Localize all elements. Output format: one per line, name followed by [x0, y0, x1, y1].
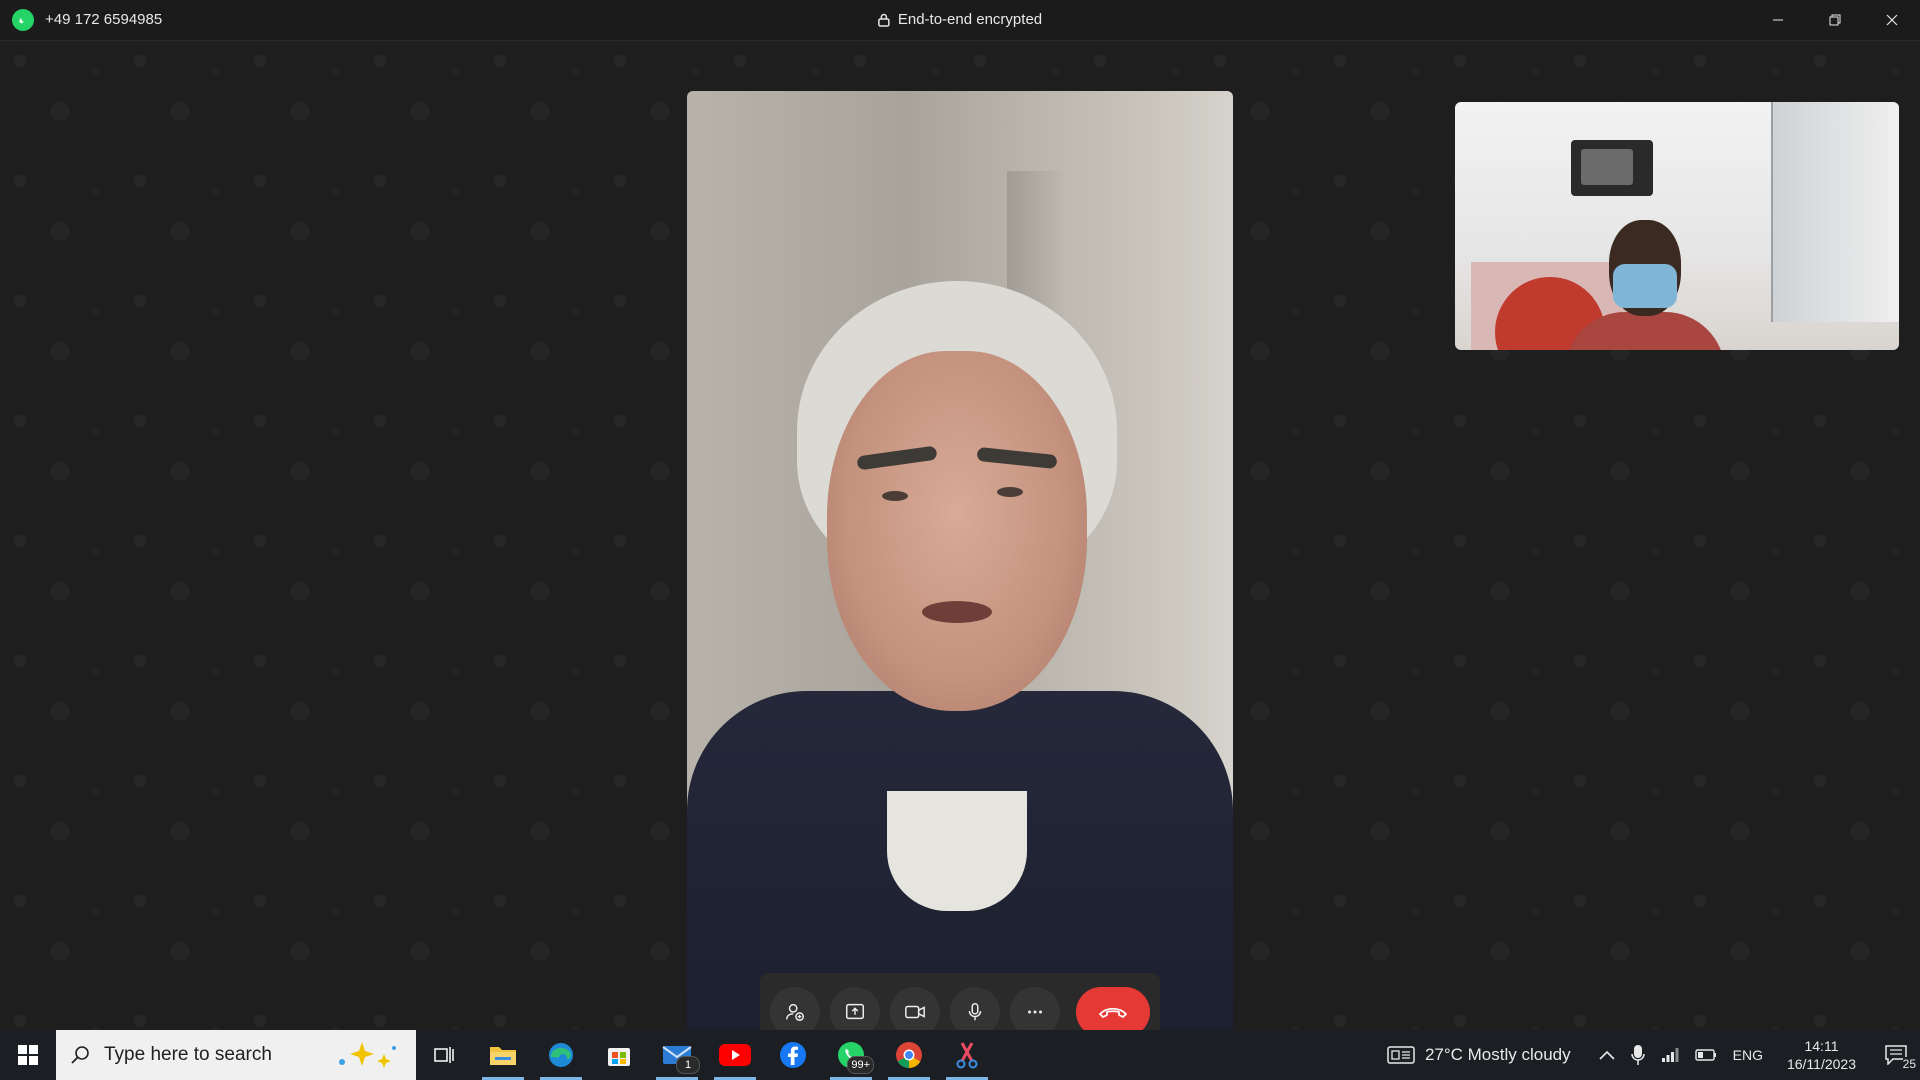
taskbar-facebook[interactable] [764, 1030, 822, 1080]
taskbar-whatsapp[interactable]: 99+ [822, 1030, 880, 1080]
title-bar: +49 172 6594985 End-to-end encrypted [0, 0, 1920, 41]
tray-microphone[interactable] [1623, 1045, 1653, 1065]
start-button[interactable] [0, 1030, 56, 1080]
weather-widget[interactable]: 27°C Mostly cloudy [1379, 1045, 1579, 1065]
notification-center-button[interactable]: 25 [1872, 1045, 1920, 1071]
add-person-icon [786, 1003, 804, 1021]
news-weather-icon [1387, 1046, 1415, 1064]
lock-icon [878, 13, 890, 27]
task-view-icon [434, 1047, 454, 1063]
scissors-icon [956, 1042, 978, 1069]
battery-icon [1694, 1049, 1716, 1061]
clock-time: 14:11 [1804, 1038, 1839, 1054]
tray-network[interactable] [1653, 1047, 1687, 1063]
search-placeholder: Type here to search [104, 1044, 272, 1065]
self-video-preview[interactable] [1455, 102, 1899, 350]
close-button[interactable] [1863, 0, 1920, 40]
taskbar-search-box[interactable]: Type here to search [56, 1030, 416, 1080]
taskbar-file-explorer[interactable] [474, 1030, 532, 1080]
minimize-button[interactable] [1749, 0, 1806, 40]
remote-video [687, 91, 1233, 1061]
close-icon [1886, 14, 1897, 26]
windows-taskbar: Type here to search 1 99+ 27°C Mostly cl… [0, 1030, 1920, 1080]
signal-bars-icon [1661, 1048, 1679, 1062]
clock-date: 16/11/2023 [1786, 1056, 1856, 1072]
whatsapp-badge: 99+ [847, 1056, 874, 1074]
call-stage [0, 41, 1920, 1061]
folder-icon [490, 1047, 516, 1065]
minimize-icon [1772, 19, 1783, 21]
chevron-up-icon [1599, 1050, 1615, 1060]
restore-button[interactable] [1806, 0, 1863, 40]
notification-count: 25 [1902, 1057, 1916, 1071]
encryption-label: End-to-end encrypted [897, 11, 1043, 28]
remote-person-face [827, 351, 1087, 711]
contact-phone-number: +49 172 6594985 [45, 11, 163, 28]
encryption-status: End-to-end encrypted [878, 11, 1042, 28]
taskbar-edge[interactable] [532, 1030, 590, 1080]
weather-text: 27°C Mostly cloudy [1424, 1045, 1571, 1064]
restore-icon [1829, 14, 1840, 26]
search-icon [71, 1046, 89, 1064]
taskbar-clock[interactable]: 14:11 16/11/2023 [1771, 1037, 1872, 1073]
share-screen-icon [846, 1003, 864, 1020]
taskbar-mail[interactable]: 1 [648, 1030, 706, 1080]
taskbar-snipping-tool[interactable] [938, 1030, 996, 1080]
more-dots-icon [1028, 1010, 1042, 1014]
facebook-icon [780, 1042, 806, 1068]
hang-up-icon [1099, 1007, 1127, 1018]
taskbar-microsoft-store[interactable] [590, 1030, 648, 1080]
mail-badge: 1 [676, 1056, 700, 1074]
taskbar-chrome[interactable] [880, 1030, 938, 1080]
microphone-icon [1630, 1045, 1645, 1065]
whatsapp-logo-icon [12, 9, 34, 31]
edge-browser-icon [549, 1043, 573, 1067]
task-view-button[interactable] [416, 1030, 474, 1080]
chrome-icon [896, 1042, 922, 1069]
tray-language[interactable]: ENG [1725, 1047, 1771, 1063]
youtube-icon [719, 1044, 751, 1066]
taskbar-youtube[interactable] [706, 1030, 764, 1080]
sparkle-icon [339, 1042, 396, 1068]
video-camera-icon [905, 1005, 925, 1019]
system-tray: 27°C Mostly cloudy ENG 14:11 16/11/2023 … [1379, 1030, 1920, 1080]
tray-battery[interactable] [1687, 1048, 1725, 1062]
microphone-icon [968, 1003, 982, 1021]
show-hidden-icons-button[interactable] [1591, 1050, 1623, 1060]
windows-logo-icon [18, 1045, 38, 1065]
store-icon [608, 1048, 630, 1066]
